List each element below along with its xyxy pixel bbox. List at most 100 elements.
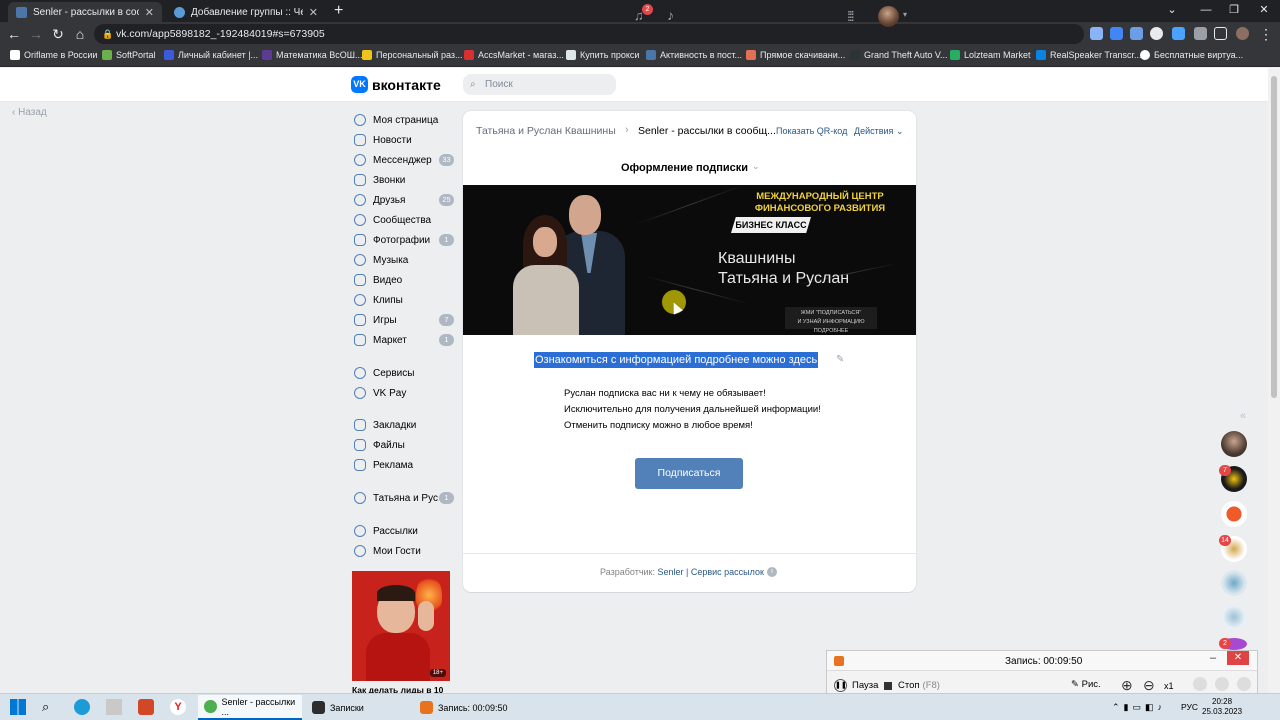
taskbar-app-recorder[interactable]: Запись: 00:09:50 bbox=[414, 695, 522, 720]
sidebar-item-services[interactable]: Сервисы bbox=[354, 364, 454, 382]
bookmark-item[interactable]: Активность в пост... bbox=[646, 50, 742, 60]
chat-avatar[interactable] bbox=[1221, 604, 1247, 630]
minimize-button[interactable]: – bbox=[1210, 652, 1216, 664]
recorder-titlebar[interactable]: Запись: 00:09:50 – ✕ bbox=[827, 651, 1257, 671]
system-tray-icons[interactable]: ⌃▮▭◧♪ bbox=[1112, 702, 1166, 713]
tab-add-group[interactable]: Добавление группы :: Черновик ✕ bbox=[166, 2, 326, 22]
restore-button[interactable]: ❐ bbox=[1220, 2, 1248, 18]
draw-button[interactable]: ✎ Рис. bbox=[1071, 679, 1101, 690]
sidebar-item-photos[interactable]: Фотографии 1 bbox=[354, 231, 454, 249]
chat-avatar[interactable] bbox=[1221, 431, 1247, 457]
sidebar-item-music[interactable]: Музыка bbox=[354, 251, 454, 269]
sidebar-item-clips[interactable]: Клипы bbox=[354, 291, 454, 309]
bookmark-item[interactable]: Персональный раз... bbox=[362, 50, 463, 60]
chat-avatar[interactable] bbox=[1221, 570, 1247, 596]
pause-button[interactable]: ❚❚ Пауза bbox=[834, 679, 878, 692]
bookmark-item[interactable]: RealSpeaker Transcr... bbox=[1036, 50, 1142, 60]
zoom-out-icon[interactable]: ⊖ bbox=[1143, 677, 1155, 694]
close-window-button[interactable]: ✕ bbox=[1250, 2, 1278, 18]
page-title[interactable]: Оформление подписки bbox=[621, 162, 748, 174]
show-qr-link[interactable]: Показать QR-код bbox=[776, 126, 847, 136]
chevron-down-icon[interactable]: ▾ bbox=[903, 10, 907, 19]
search-input[interactable]: ⌕ Поиск bbox=[463, 74, 616, 95]
new-tab-button[interactable]: + bbox=[334, 2, 343, 20]
sidebar-item-games[interactable]: Игры 7 bbox=[354, 311, 454, 329]
language-indicator[interactable]: РУС bbox=[1181, 702, 1198, 712]
bookmark-item[interactable]: Математика ВсОШ... bbox=[262, 50, 362, 60]
tab-search-icon[interactable]: ⌄ bbox=[1158, 2, 1186, 18]
info-icon[interactable]: i bbox=[767, 567, 777, 577]
speed-label[interactable]: x1 bbox=[1164, 681, 1174, 691]
sidebar-item-video[interactable]: Видео bbox=[354, 271, 454, 289]
edge-icon[interactable] bbox=[74, 699, 90, 715]
sidebar-item-ads[interactable]: Реклама bbox=[354, 456, 454, 474]
bookmark-item[interactable]: Прямое скачивани... bbox=[746, 50, 845, 60]
address-bar[interactable]: 🔒 vk.com/app5898182_-192484019#s=673905 bbox=[94, 24, 1084, 44]
bookmark-item[interactable]: Grand Theft Auto V... bbox=[850, 50, 948, 60]
sidebar-item-vkpay[interactable]: VK Pay bbox=[354, 384, 454, 402]
forward-arrow-icon[interactable]: → bbox=[28, 26, 44, 42]
bookmark-item[interactable]: Купить прокси bbox=[566, 50, 639, 60]
taskbar-app-chrome[interactable]: Senler - рассылки ... bbox=[198, 695, 302, 720]
sidebar-item-messenger[interactable]: Мессенджер 33 bbox=[354, 151, 454, 169]
bookmark-item[interactable]: Бесплатные виртуа... bbox=[1140, 50, 1243, 60]
yandex-icon[interactable]: Y bbox=[170, 699, 186, 715]
sidepanel-icon[interactable] bbox=[1214, 27, 1227, 40]
explorer-icon[interactable] bbox=[106, 699, 122, 715]
zoom-in-icon[interactable]: ⊕ bbox=[1121, 677, 1133, 694]
menu-icon[interactable]: ⋮ bbox=[1258, 26, 1274, 42]
back-arrow-icon[interactable]: ← bbox=[6, 26, 22, 42]
sidebar-item-news[interactable]: Новости bbox=[354, 131, 454, 149]
back-link[interactable]: ‹ Назад bbox=[12, 107, 47, 118]
extension-icon[interactable] bbox=[1150, 27, 1163, 40]
sidebar-item-group[interactable]: Татьяна и Рус... 1 bbox=[354, 489, 454, 507]
sidebar-item-guests[interactable]: Мои Гости bbox=[354, 542, 454, 560]
sidebar-item-mailings[interactable]: Рассылки bbox=[354, 522, 454, 540]
extension-icon[interactable] bbox=[1110, 27, 1123, 40]
breadcrumb-group[interactable]: Татьяна и Руслан Квашнины bbox=[476, 125, 616, 137]
close-tab-icon[interactable]: ✕ bbox=[309, 6, 318, 19]
bookmark-item[interactable]: Личный кабинет |... bbox=[164, 50, 258, 60]
profile-avatar-icon[interactable] bbox=[1236, 27, 1249, 40]
chevron-down-icon[interactable]: ⌄ bbox=[752, 161, 760, 172]
vk-logo[interactable]: VK вконтакте bbox=[351, 76, 441, 93]
avatar[interactable] bbox=[878, 6, 899, 27]
clock[interactable]: 20:28 25.03.2023 bbox=[1202, 697, 1242, 717]
microphone-icon[interactable] bbox=[1237, 677, 1251, 691]
extension-icon[interactable] bbox=[1172, 27, 1185, 40]
powerpoint-icon[interactable] bbox=[138, 699, 154, 715]
pencil-icon[interactable]: ✎ bbox=[836, 354, 844, 365]
stop-button[interactable]: Стоп (F8) bbox=[884, 680, 940, 691]
close-button[interactable]: ✕ bbox=[1227, 651, 1249, 665]
info-link-selected[interactable]: Ознакомиться с информацией подробнее мож… bbox=[534, 352, 819, 368]
chat-avatar[interactable] bbox=[1221, 501, 1247, 527]
sidebar-item-friends[interactable]: Друзья 25 bbox=[354, 191, 454, 209]
home-icon[interactable]: ⌂ bbox=[72, 26, 88, 42]
bookmark-item[interactable]: Oriflame в России bbox=[10, 50, 97, 60]
webcam-icon[interactable] bbox=[1193, 677, 1207, 691]
taskbar-app-notes[interactable]: Записки bbox=[306, 695, 410, 720]
sidebar-item-bookmarks[interactable]: Закладки bbox=[354, 416, 454, 434]
sidebar-item-communities[interactable]: Сообщества bbox=[354, 211, 454, 229]
sidebar-item-market[interactable]: Маркет 1 bbox=[354, 331, 454, 349]
bookmark-item[interactable]: SoftPortal bbox=[102, 50, 156, 60]
bookmark-item[interactable]: AccsMarket - магаз... bbox=[464, 50, 564, 60]
actions-dropdown[interactable]: Действия ⌄ bbox=[854, 126, 904, 137]
promo-ad-image[interactable]: 18+ bbox=[352, 571, 450, 681]
developer-link[interactable]: Senler | Сервис рассылок bbox=[658, 567, 764, 577]
bookmark-item[interactable]: Lolzteam Market bbox=[950, 50, 1031, 60]
puzzle-icon[interactable] bbox=[1194, 27, 1207, 40]
subscribe-button[interactable]: Подписаться bbox=[635, 458, 743, 489]
windows-start-icon[interactable] bbox=[10, 699, 26, 715]
scrollbar-thumb[interactable] bbox=[1271, 76, 1277, 398]
extension-icon[interactable] bbox=[1130, 27, 1143, 40]
sidebar-item-calls[interactable]: Звонки bbox=[354, 171, 454, 189]
speaker-icon[interactable] bbox=[1215, 677, 1229, 691]
apps-grid-icon[interactable]: ⁞⁞⁞ bbox=[847, 8, 855, 24]
minimize-button[interactable]: — bbox=[1192, 2, 1220, 18]
extension-icon[interactable] bbox=[1090, 27, 1103, 40]
search-icon[interactable]: ⌕ bbox=[42, 699, 58, 715]
music-note-icon[interactable]: ♪ bbox=[667, 7, 674, 23]
sidebar-item-my-page[interactable]: Моя страница bbox=[354, 111, 454, 129]
tab-senler[interactable]: Senler - рассылки в сообществ ✕ bbox=[8, 2, 162, 22]
